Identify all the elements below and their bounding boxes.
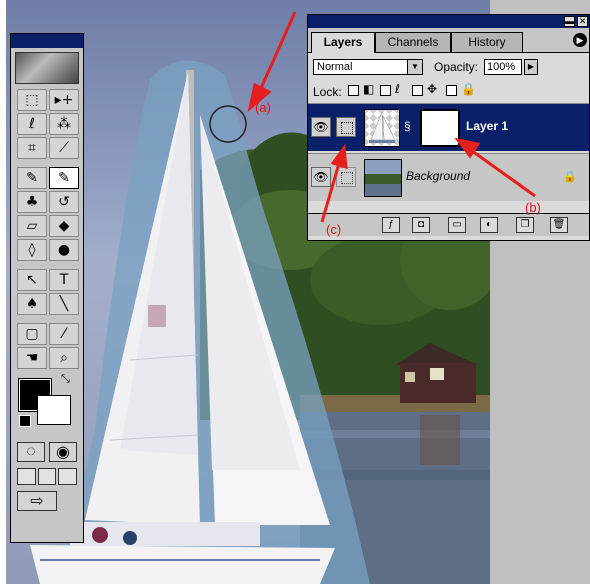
- slice-tool[interactable]: ⟋: [49, 137, 79, 159]
- jump-row: ⇨: [11, 488, 83, 514]
- layer-name[interactable]: Background: [406, 169, 470, 183]
- jump-to-imageready-button[interactable]: ⇨: [17, 491, 57, 511]
- burn-tool[interactable]: ●: [49, 239, 79, 261]
- blur-tool[interactable]: ◊: [17, 239, 47, 261]
- full-screen-menu-button[interactable]: [37, 468, 57, 485]
- brush-slot[interactable]: [336, 167, 356, 187]
- blend-mode-select[interactable]: Normal ▼: [313, 59, 423, 75]
- layer-thumbnail: [364, 109, 400, 147]
- lock-image-checkbox[interactable]: [380, 85, 391, 96]
- notes-tool[interactable]: ▢: [17, 323, 47, 345]
- layers-bottom-toolbar: ƒ ◘ ▭ ◐ ❐ 🗑: [308, 213, 589, 236]
- swap-colors-icon[interactable]: ⤡: [61, 373, 70, 386]
- layer-mask-thumbnail[interactable]: [420, 109, 460, 147]
- opacity-label: Opacity:: [434, 60, 479, 74]
- history-brush-tool[interactable]: ↺: [49, 191, 79, 213]
- color-swatches: ⤡: [17, 373, 77, 435]
- adjustment-layer-button[interactable]: ◐: [480, 217, 498, 233]
- tool-separator: [49, 263, 79, 267]
- photoshop-logo[interactable]: [15, 52, 79, 84]
- delete-layer-button[interactable]: 🗑: [550, 217, 568, 233]
- sailboat-thumbnail: [369, 111, 396, 143]
- annotation-a: (a): [255, 100, 271, 115]
- transparency-icon: ◧: [363, 82, 375, 96]
- tab-channels[interactable]: Channels: [375, 32, 451, 52]
- layer-name[interactable]: Layer 1: [466, 119, 508, 133]
- tool-separator: [49, 161, 79, 165]
- new-set-button[interactable]: ▭: [448, 217, 466, 233]
- annotation-b: (b): [525, 200, 541, 215]
- blend-mode-value: Normal: [317, 61, 353, 73]
- opacity-field[interactable]: 100%: [484, 59, 522, 75]
- link-chain-icon[interactable]: §: [404, 119, 411, 133]
- brush-icon: ℓ: [395, 82, 400, 96]
- hand-tool[interactable]: ☚: [17, 347, 47, 369]
- type-tool[interactable]: T: [49, 269, 79, 291]
- lasso-tool[interactable]: ℓ: [17, 113, 47, 135]
- crop-tool[interactable]: ⌗: [17, 137, 47, 159]
- layer-row-layer-1[interactable]: 👁 § Layer 1: [308, 103, 589, 151]
- layer-row-background[interactable]: 👁 Background 🔒: [308, 153, 589, 201]
- pen-tool[interactable]: ♠: [17, 293, 47, 315]
- healing-tool[interactable]: ✎: [17, 167, 47, 189]
- palette-tabs: Layers Channels History ▶: [308, 30, 589, 53]
- landscape-thumbnail: [365, 160, 401, 196]
- lock-label: Lock:: [313, 85, 342, 99]
- lock-all-checkbox[interactable]: [446, 85, 457, 96]
- tool-separator: [49, 317, 79, 321]
- palette-titlebar[interactable]: ▬ ✕: [308, 15, 589, 28]
- minimize-button[interactable]: ▬: [564, 16, 575, 27]
- tool-grid: ⬚ ▸+ ℓ ⁂ ⌗ ⟋ ✎ ✎ ♣ ↺ ▱ ◆ ◊ ● ↖ T ♠ ╲ ▢ ⁄ ☚ ⌕: [11, 86, 83, 369]
- tools-palette[interactable]: ⬚ ▸+ ℓ ⁂ ⌗ ⟋ ✎ ✎ ♣ ↺ ▱ ◆ ◊ ● ↖ T ♠ ╲ ▢ ⁄ ☚ ⌕ ⤡ ◌ ◉ ⇨: [10, 33, 84, 543]
- close-button[interactable]: ✕: [577, 16, 588, 27]
- background-color-swatch[interactable]: [37, 395, 71, 425]
- layers-panel-body: Normal ▼ Opacity: 100% ▶ Lock: ◧ ℓ ✥ 🔒 👁: [308, 52, 589, 240]
- tool-separator: [17, 263, 47, 267]
- marquee-tool[interactable]: ⬚: [17, 89, 47, 111]
- mask-mode-row: ◌ ◉: [11, 439, 83, 465]
- zoom-tool[interactable]: ⌕: [49, 347, 79, 369]
- screen-mode-row: [11, 465, 83, 488]
- eyedropper-tool[interactable]: ⁄: [49, 323, 79, 345]
- standard-screen-button[interactable]: [17, 468, 36, 485]
- paint-bucket-tool[interactable]: ◆: [49, 215, 79, 237]
- full-screen-button[interactable]: [58, 468, 78, 485]
- tool-separator: [17, 317, 47, 321]
- quick-mask-button[interactable]: ◉: [49, 442, 77, 462]
- chevron-down-icon: ▼: [407, 60, 422, 74]
- toolbox-titlebar[interactable]: [11, 34, 83, 48]
- add-mask-button[interactable]: ◘: [412, 217, 430, 233]
- move-icon: ✥: [427, 82, 438, 96]
- lock-transparency-checkbox[interactable]: [348, 85, 359, 96]
- lock-icon: 🔒: [461, 82, 476, 96]
- stamp-tool[interactable]: ♣: [17, 191, 47, 213]
- tool-separator: [17, 161, 47, 165]
- eye-icon[interactable]: 👁: [311, 117, 331, 137]
- annotation-c: (c): [326, 222, 342, 237]
- canvas-left-edge: [0, 0, 6, 584]
- background-thumbnail: [364, 159, 402, 197]
- layer-mask-icon[interactable]: [336, 117, 356, 137]
- selection-tool[interactable]: ↖: [17, 269, 47, 291]
- line-tool[interactable]: ╲: [49, 293, 79, 315]
- lock-icon: 🔒: [563, 171, 577, 183]
- eraser-tool[interactable]: ▱: [17, 215, 47, 237]
- tab-history[interactable]: History: [451, 32, 523, 52]
- layers-palette[interactable]: ▬ ✕ Layers Channels History ▶ Normal ▼ O…: [307, 14, 590, 241]
- palette-menu-icon[interactable]: ▶: [573, 33, 587, 47]
- magic-wand-tool[interactable]: ⁂: [49, 113, 79, 135]
- tab-layers[interactable]: Layers: [311, 32, 375, 53]
- standard-mode-button[interactable]: ◌: [17, 442, 45, 462]
- opacity-slider-arrow[interactable]: ▶: [524, 59, 538, 75]
- eye-icon[interactable]: 👁: [311, 167, 331, 187]
- move-tool[interactable]: ▸+: [49, 89, 79, 111]
- default-colors-icon[interactable]: [19, 415, 31, 427]
- brush-tool[interactable]: ✎: [49, 167, 79, 189]
- layer-style-button[interactable]: ƒ: [382, 217, 400, 233]
- lock-position-checkbox[interactable]: [412, 85, 423, 96]
- new-layer-button[interactable]: ❐: [516, 217, 534, 233]
